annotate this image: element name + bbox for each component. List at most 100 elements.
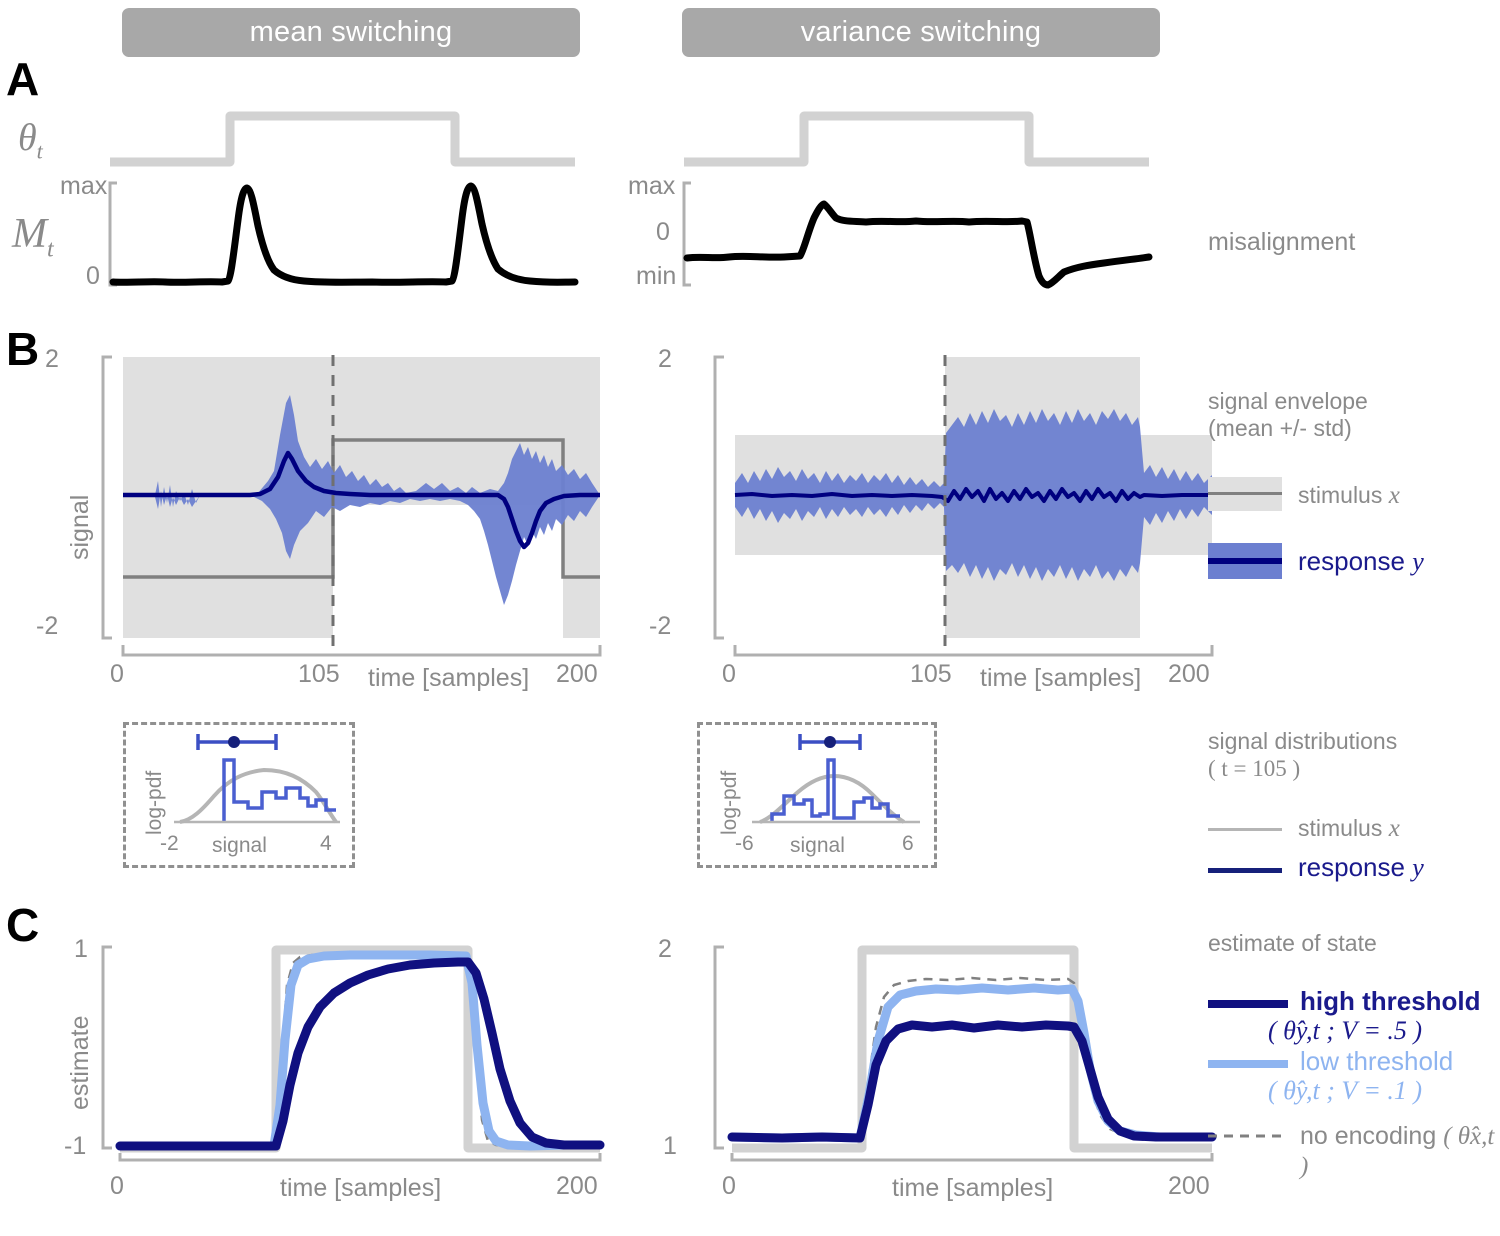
panel-a-misalignment-label: Mt: [12, 211, 54, 263]
panel-c-left-xtick-0: 0: [110, 1172, 124, 1200]
dist-stimulus-x-symbol: x: [1388, 815, 1400, 842]
panel-a-right-ytick-max: max: [628, 172, 676, 200]
panel-b-legend-heading: signal envelope (mean +/- std): [1208, 388, 1488, 442]
panel-b-right-xlabel: time [samples]: [980, 664, 1142, 692]
panel-c-right-ytick-top: 2: [658, 935, 672, 963]
inset-left-errorbar: [196, 734, 278, 750]
panel-b-left-xaxis: [121, 645, 602, 657]
inset-right-xtick-min: -6: [735, 832, 754, 855]
panel-c-left-xaxis: [118, 1153, 602, 1162]
panel-b-left-ytick-top: 2: [45, 345, 59, 373]
panel-a-right-caption: misalignment: [1208, 228, 1356, 256]
inset-right-xlabel: signal: [790, 834, 845, 857]
panel-b-right-yaxis: [713, 355, 724, 640]
stimulus-x-symbol: x: [1388, 482, 1400, 509]
panel-c-left-xlabel: time [samples]: [280, 1174, 442, 1202]
panel-b-left-plot: [101, 355, 602, 657]
panel-b-right-plot: [713, 355, 1214, 657]
panel-c-right-xlabel: time [samples]: [892, 1174, 1054, 1202]
dist-response-y-symbol: y: [1412, 853, 1424, 882]
inset-left-xtick-min: -2: [160, 832, 179, 855]
panel-b-right-xtick-0: 0: [722, 660, 736, 688]
panel-b-left-ytick-bottom: -2: [36, 612, 59, 640]
state-trace-right: [684, 111, 1149, 167]
panel-b-dist-legend-heading-l1: signal distributions: [1208, 728, 1398, 754]
panel-c-right-xtick-0: 0: [722, 1172, 736, 1200]
panel-b-dist-legend-swatch-stimulus: [1208, 828, 1282, 831]
panel-c-left-ytick-bottom: -1: [64, 1132, 87, 1160]
inset-left-xlabel: signal: [212, 834, 267, 857]
misalignment-trace-left: [109, 182, 579, 286]
panel-c-right-ytick-bottom: 1: [663, 1132, 677, 1160]
panel-a-left-ytick-max: max: [60, 172, 108, 200]
true-state-right: [732, 945, 1212, 1153]
panel-c-legend-math-low: ( θ̂y,t ; V = .1 ): [1268, 1076, 1423, 1105]
panel-b-dist-legend-swatch-response: [1208, 868, 1282, 873]
panel-b-right-xtick-200: 200: [1168, 660, 1210, 688]
high-threshold-right: [727, 1020, 1217, 1143]
panel-a-state-sub: t: [36, 138, 43, 164]
panel-c-legend-label-high: high threshold: [1300, 986, 1481, 1016]
low-threshold-left: [115, 950, 605, 1151]
panel-a-misalign-sub: t: [47, 236, 54, 263]
panel-c-left-ytick-top: 1: [74, 935, 88, 963]
panel-b-legend-swatch-response-line: [1208, 558, 1282, 564]
inset-left-plot: [174, 734, 340, 824]
panel-b-dist-legend-label-stimulus: stimulus x: [1298, 815, 1400, 842]
panel-c-left-ylabel: estimate: [66, 1015, 94, 1110]
panel-a-left-plot: [108, 111, 579, 287]
panel-c-legend-label-noenc: no encoding ( θ̂x,t ): [1300, 1122, 1495, 1180]
panel-a-right-yaxis: [682, 181, 691, 287]
high-threshold-left: [115, 957, 605, 1151]
panel-b-right-ytick-top: 2: [658, 345, 672, 373]
column-title-mean: mean switching: [122, 8, 580, 57]
panel-c-right-xaxis: [730, 1153, 1214, 1162]
panel-b-left-xlabel: time [samples]: [368, 664, 530, 692]
inset-right-errorbar: [798, 734, 862, 750]
panel-b-legend-label-response: response y: [1298, 546, 1424, 576]
panel-a-left-ytick-0: 0: [86, 262, 100, 290]
column-title-variance-label: variance switching: [800, 16, 1042, 48]
panel-b-right-ytick-bottom: -2: [649, 612, 672, 640]
panel-c-legend-math-high: ( θ̂y,t ; V = .5 ): [1268, 1016, 1423, 1045]
panel-a-right-plot: [682, 111, 1153, 289]
panel-letter-b: B: [6, 323, 40, 375]
panel-b-legend-swatch-response: [1208, 543, 1282, 579]
panel-c-left-yaxis: [101, 945, 112, 1150]
panel-b-left-yaxis: [101, 355, 112, 640]
response-y-symbol: y: [1412, 547, 1424, 576]
panel-c-left-plot: [101, 945, 605, 1162]
panel-b-legend-swatch-stimulus-line: [1208, 492, 1282, 495]
panel-b-left-xtick-0: 0: [110, 660, 124, 688]
panel-c-right-xtick-200: 200: [1168, 1172, 1210, 1200]
panel-b-dist-legend-heading-l2: ( t = 105 ): [1208, 756, 1301, 782]
no-encoding-right: [731, 976, 1212, 1143]
inset-right-xtick-max: 6: [902, 832, 914, 855]
panel-c-legend-swatch-high: [1208, 1000, 1288, 1008]
panel-c-legend-swatch-noenc: [1208, 1134, 1288, 1138]
panel-b-left-xtick-105: 105: [298, 660, 340, 688]
panel-b-dist-legend-heading: signal distributions ( t = 105 ): [1208, 728, 1498, 782]
panel-b-legend-label-stimulus: stimulus x: [1298, 482, 1400, 509]
panel-letter-a: A: [6, 53, 40, 105]
panel-c-legend-label-low: low threshold: [1300, 1046, 1454, 1076]
panel-b-right-xaxis: [733, 645, 1214, 657]
state-trace-left: [110, 111, 575, 167]
inset-left-stimulus-curve: [179, 767, 338, 824]
panel-c-legend-swatch-low: [1208, 1060, 1288, 1068]
panel-c-legend-heading: estimate of state: [1208, 930, 1377, 956]
panel-c-right-yaxis: [713, 945, 724, 1150]
panel-a-right-ytick-0: 0: [656, 218, 670, 246]
inset-left-xtick-max: 4: [320, 832, 332, 855]
figure-root: mean switching variance switching A B C …: [0, 0, 1500, 1236]
misalignment-trace-right: [683, 200, 1153, 289]
inset-left-ylabel: log-pdf: [143, 770, 166, 835]
column-title-variance: variance switching: [682, 8, 1160, 57]
inset-right-response-hist: [770, 758, 900, 822]
inset-right-plot: [752, 734, 920, 824]
low-threshold-right: [727, 983, 1217, 1143]
panel-b-legend-heading-l1: signal envelope: [1208, 388, 1368, 414]
column-title-mean-label: mean switching: [249, 16, 453, 48]
panel-b-right-xtick-105: 105: [910, 660, 952, 688]
panel-a-left-yaxis: [108, 181, 117, 287]
